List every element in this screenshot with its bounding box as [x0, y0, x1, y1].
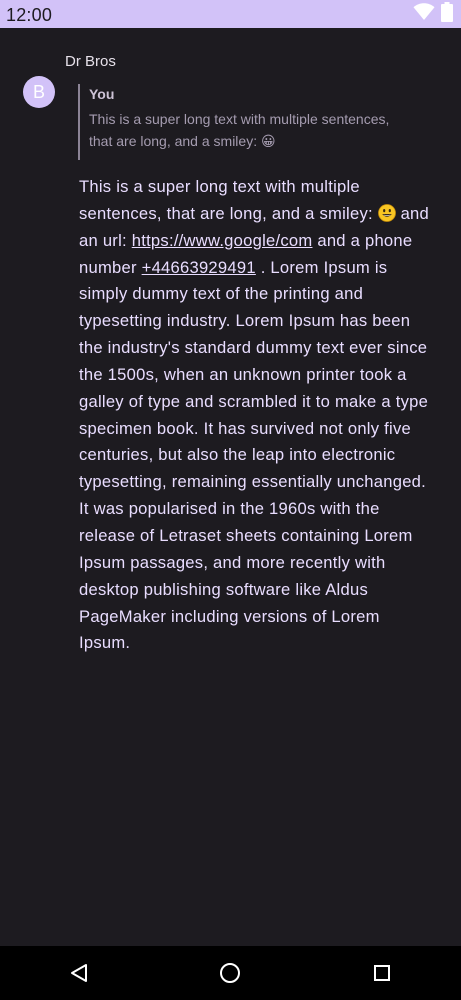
avatar[interactable]: B — [23, 76, 55, 108]
status-time: 12:00 — [6, 5, 53, 25]
sender-name: Dr Bros — [65, 53, 116, 70]
phone-link[interactable]: +44663929491 — [142, 258, 256, 277]
chat-content: Dr Bros B You This is a super long text … — [0, 28, 461, 946]
wifi-icon — [413, 2, 435, 26]
status-icons — [413, 1, 453, 27]
message-text-1: This is a super long text with multiple … — [79, 177, 378, 223]
smiley-emoji-icon — [377, 203, 396, 222]
battery-icon — [441, 1, 453, 27]
message-text-4: . Lorem Ipsum is simply dummy text of th… — [79, 257, 429, 653]
home-icon[interactable] — [217, 960, 243, 986]
reply-text: This is a super long text with multiple … — [89, 111, 390, 149]
reply-quote[interactable]: You This is a super long text with multi… — [78, 84, 408, 160]
back-icon[interactable] — [66, 960, 92, 986]
reply-author: You — [89, 86, 115, 102]
url-link[interactable]: https://www.google/com — [132, 231, 313, 250]
message-body: This is a super long text with multiple … — [79, 174, 431, 657]
recents-icon[interactable] — [369, 960, 395, 986]
status-bar: 12:00 — [0, 0, 461, 28]
avatar-letter: B — [32, 81, 45, 102]
navigation-bar — [0, 946, 461, 1000]
